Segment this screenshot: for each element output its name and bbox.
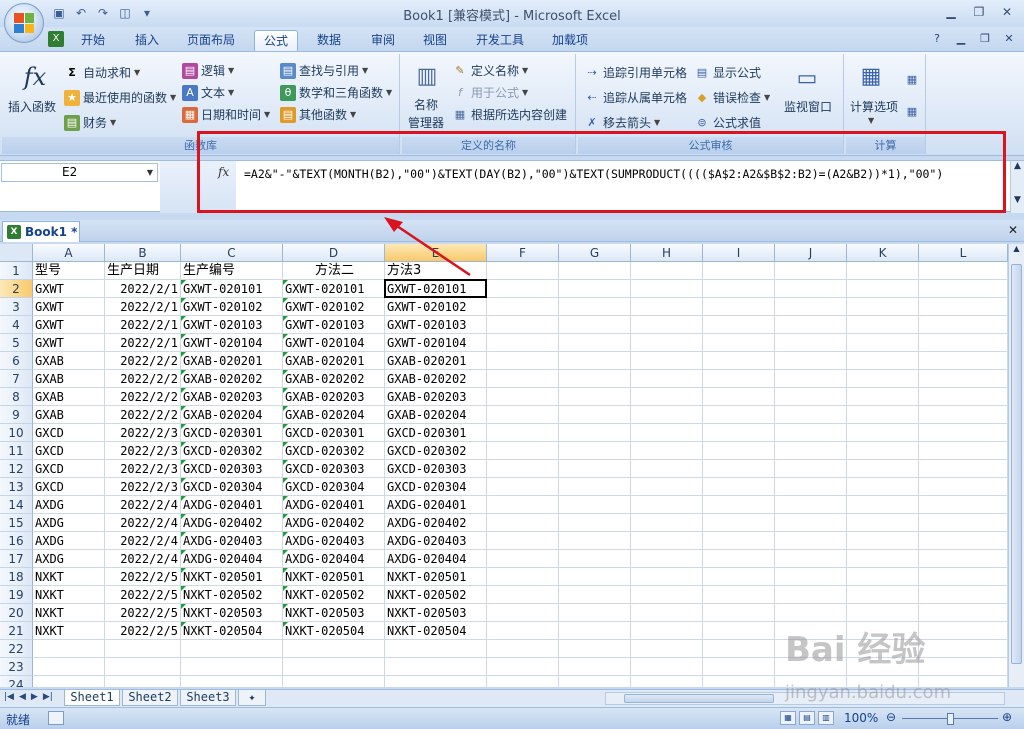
annotation-arrow: [384, 217, 471, 277]
